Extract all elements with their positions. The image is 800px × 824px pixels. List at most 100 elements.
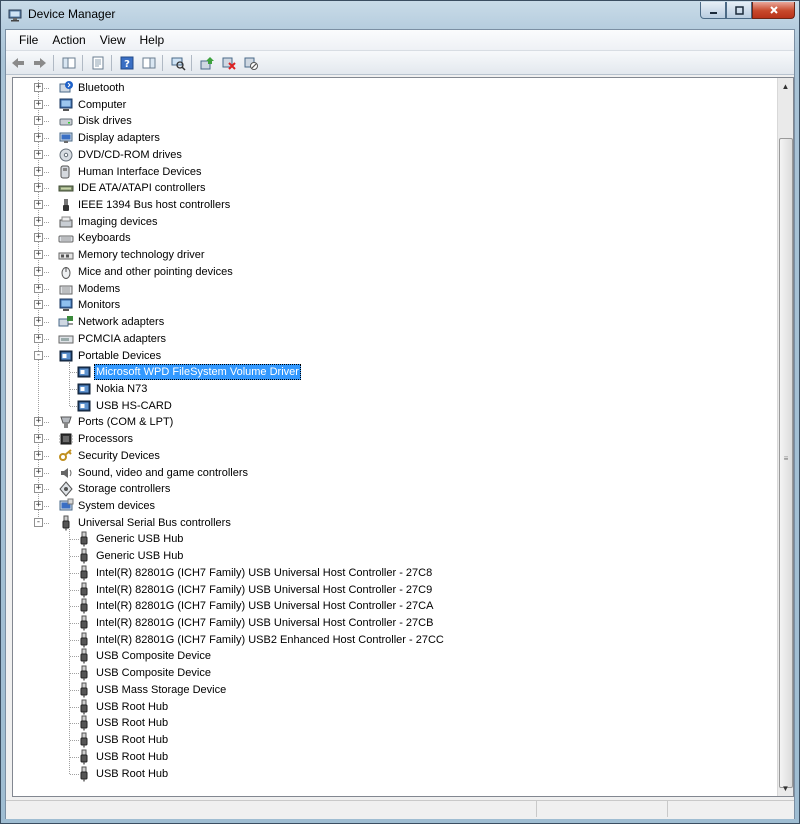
expand-icon[interactable]: + (34, 149, 43, 159)
tree-device[interactable]: Intel(R) 82801G (ICH7 Family) USB2 Enhan… (13, 632, 773, 648)
device-label: Microsoft WPD FileSystem Volume Driver (94, 364, 301, 381)
expand-icon[interactable]: + (34, 266, 43, 276)
tree-category[interactable]: + System devices (13, 498, 773, 514)
tree-device[interactable]: USB Root Hub (13, 749, 773, 765)
show-hide-action-pane-icon[interactable] (139, 54, 159, 72)
expand-icon[interactable]: + (34, 133, 43, 143)
back-icon[interactable] (8, 54, 28, 72)
tree-category[interactable]: + Human Interface Devices (13, 164, 773, 180)
tree-category[interactable]: + Ports (COM & LPT) (13, 414, 773, 430)
tree-category[interactable]: + Security Devices (13, 448, 773, 464)
expand-icon[interactable]: + (34, 300, 43, 310)
uninstall-icon[interactable] (219, 54, 239, 72)
properties-icon[interactable] (88, 54, 108, 72)
tree-category[interactable]: + DVD/CD-ROM drives (13, 147, 773, 163)
expand-icon[interactable]: + (34, 467, 43, 477)
sound-icon (58, 465, 74, 481)
expand-icon[interactable]: + (34, 116, 43, 126)
tree-device[interactable]: Intel(R) 82801G (ICH7 Family) USB Univer… (13, 615, 773, 631)
processor-icon (58, 431, 74, 447)
expand-icon[interactable]: + (34, 166, 43, 176)
show-hide-console-tree-icon[interactable] (59, 54, 79, 72)
tree-category[interactable]: - Universal Serial Bus controllers (13, 515, 773, 531)
tree-category[interactable]: + Bluetooth (13, 80, 773, 96)
tree-device[interactable]: USB Mass Storage Device (13, 682, 773, 698)
tree-category[interactable]: + Display adapters (13, 130, 773, 146)
tree-device[interactable]: Intel(R) 82801G (ICH7 Family) USB Univer… (13, 565, 773, 581)
expand-icon[interactable]: + (34, 317, 43, 327)
ports-icon (58, 414, 74, 430)
tree-device[interactable]: USB Root Hub (13, 715, 773, 731)
tree-category[interactable]: + IDE ATA/ATAPI controllers (13, 180, 773, 196)
tree-device[interactable]: USB Root Hub (13, 732, 773, 748)
tree-device[interactable]: USB Root Hub (13, 766, 773, 782)
device-label: Intel(R) 82801G (ICH7 Family) USB Univer… (96, 583, 433, 596)
tree-category[interactable]: + Memory technology driver (13, 247, 773, 263)
tree-category[interactable]: + Computer (13, 97, 773, 113)
tree-category[interactable]: + Sound, video and game controllers (13, 465, 773, 481)
tree-device[interactable]: Generic USB Hub (13, 548, 773, 564)
menu-file[interactable]: File (12, 31, 45, 49)
tree-device[interactable]: USB HS-CARD (13, 398, 773, 414)
tree-category[interactable]: + Monitors (13, 297, 773, 313)
tree-category[interactable]: + PCMCIA adapters (13, 331, 773, 347)
expand-icon[interactable]: + (34, 233, 43, 243)
window-title: Device Manager (28, 7, 116, 21)
tree-device[interactable]: Microsoft WPD FileSystem Volume Driver (13, 364, 773, 381)
scan-hardware-changes-icon[interactable] (168, 54, 188, 72)
expand-icon[interactable]: + (34, 250, 43, 260)
expand-icon[interactable]: + (34, 434, 43, 444)
expand-icon[interactable]: + (34, 99, 43, 109)
expand-icon[interactable]: + (34, 450, 43, 460)
tree-device[interactable]: USB Composite Device (13, 648, 773, 664)
expand-icon[interactable]: + (34, 83, 43, 92)
status-cell-2 (537, 801, 668, 817)
disable-icon[interactable] (241, 54, 261, 72)
toolbar-separator (82, 54, 83, 71)
tree-category[interactable]: + Disk drives (13, 113, 773, 129)
scroll-down-arrow-icon[interactable]: ▼ (778, 780, 793, 796)
title-bar[interactable]: Device Manager (1, 1, 799, 29)
tree-category[interactable]: - Portable Devices (13, 348, 773, 364)
device-tree[interactable]: + Bluetooth + Computer + Disk drives + Display … (13, 78, 778, 796)
tree-category[interactable]: + Keyboards (13, 230, 773, 246)
expand-icon[interactable]: + (34, 501, 43, 510)
collapse-icon[interactable]: - (34, 517, 43, 527)
expand-icon[interactable]: + (34, 484, 43, 494)
scroll-up-arrow-icon[interactable]: ▲ (778, 78, 793, 94)
ieee-icon (58, 197, 74, 213)
expand-icon[interactable]: + (34, 283, 43, 293)
tree-category[interactable]: + Modems (13, 281, 773, 297)
usb-icon (76, 665, 92, 681)
tree-device[interactable]: Intel(R) 82801G (ICH7 Family) USB Univer… (13, 582, 773, 598)
tree-device[interactable]: Intel(R) 82801G (ICH7 Family) USB Univer… (13, 598, 773, 614)
expand-icon[interactable]: + (34, 183, 43, 193)
forward-icon[interactable] (30, 54, 50, 72)
tree-device[interactable]: USB Root Hub (13, 699, 773, 715)
tree-category[interactable]: + Mice and other pointing devices (13, 264, 773, 280)
maximize-button[interactable] (726, 2, 752, 19)
tree-category[interactable]: + Storage controllers (13, 481, 773, 498)
tree-category[interactable]: + IEEE 1394 Bus host controllers (13, 197, 773, 213)
tree-category[interactable]: + Network adapters (13, 314, 773, 330)
tree-device[interactable]: USB Composite Device (13, 665, 773, 681)
menu-action[interactable]: Action (45, 31, 92, 49)
category-label: Computer (78, 98, 127, 111)
close-button[interactable] (752, 2, 795, 19)
vertical-scrollbar[interactable]: ▲ ≡ ▼ (777, 78, 793, 796)
update-driver-icon[interactable] (197, 54, 217, 72)
expand-icon[interactable]: + (34, 200, 43, 210)
minimize-button[interactable] (700, 2, 726, 19)
menu-view[interactable]: View (93, 31, 133, 49)
tree-device[interactable]: Generic USB Hub (13, 531, 773, 547)
expand-icon[interactable]: + (34, 216, 43, 226)
expand-icon[interactable]: + (34, 417, 43, 427)
expand-icon[interactable]: + (34, 333, 43, 343)
menu-help[interactable]: Help (133, 31, 172, 49)
help-icon[interactable]: ? (117, 54, 137, 72)
tree-category[interactable]: + Imaging devices (13, 214, 773, 230)
collapse-icon[interactable]: - (34, 350, 43, 360)
tree-device[interactable]: Nokia N73 (13, 381, 773, 397)
tree-category[interactable]: + Processors (13, 431, 773, 447)
scrollbar-thumb[interactable]: ≡ (779, 138, 793, 788)
